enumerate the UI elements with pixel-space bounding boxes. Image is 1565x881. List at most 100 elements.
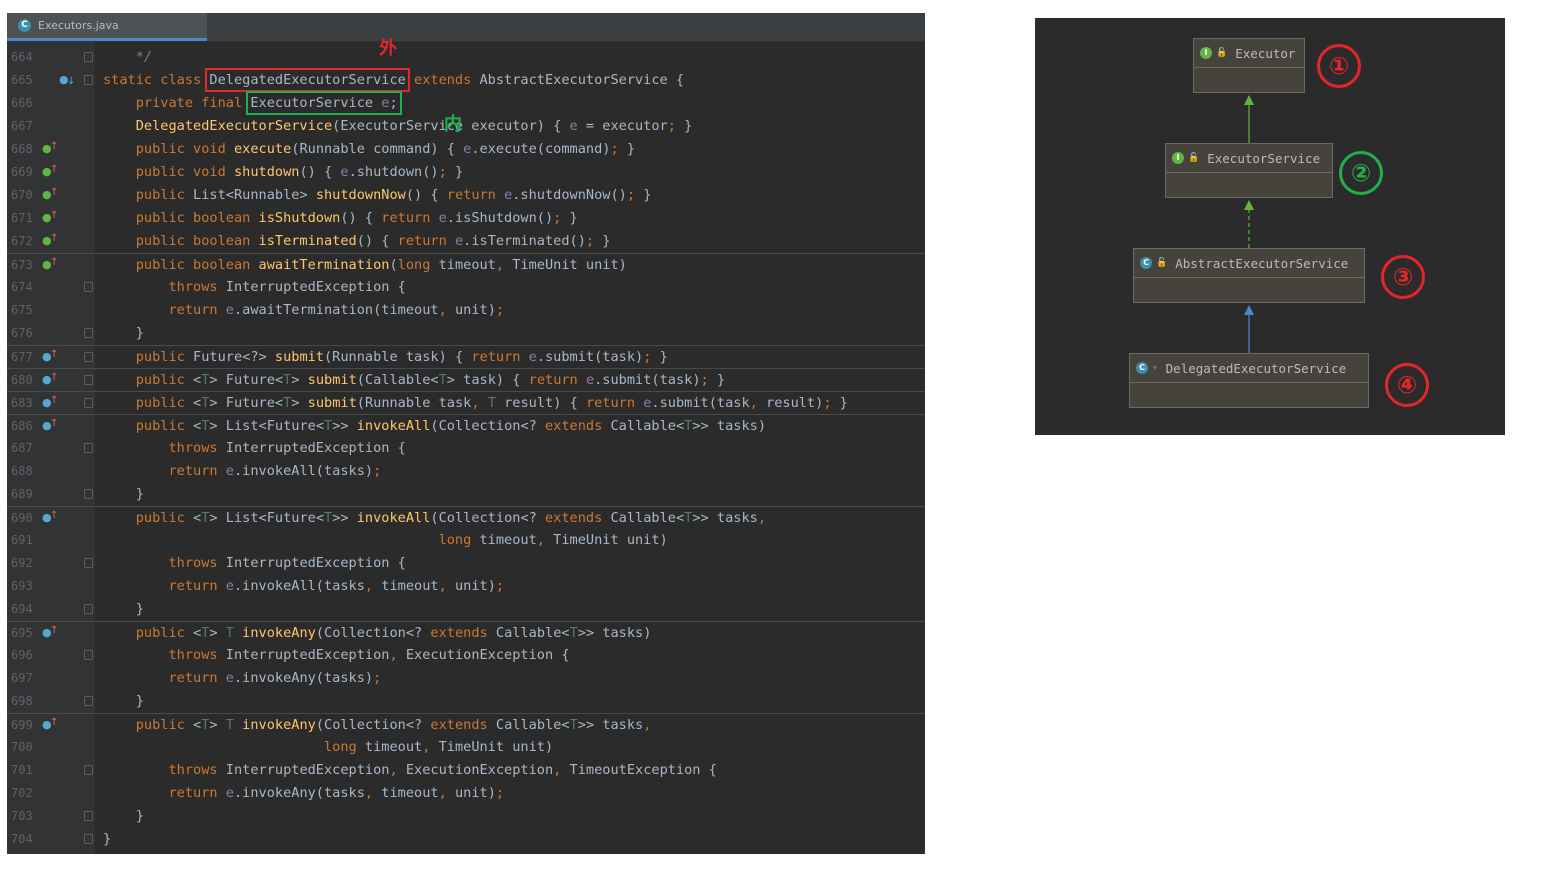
fold-marker-icon[interactable]: [84, 52, 93, 62]
line-number: 687: [11, 441, 33, 455]
badge-1: ①: [1317, 44, 1361, 88]
overrides-up-icon[interactable]: ● ↑: [42, 510, 58, 526]
code-line[interactable]: 670 ● ↑ public List<Runnable> shutdownNow(…: [7, 184, 925, 207]
code-editor[interactable]: C Executors.java 664 */ 665 ● ↓ static class…: [7, 13, 925, 854]
code-text: }: [103, 486, 144, 502]
overrides-up-icon[interactable]: ● ↑: [42, 141, 58, 157]
fold-marker-icon[interactable]: [84, 282, 93, 292]
code-text: throws InterruptedException {: [168, 440, 406, 456]
line-number: 696: [11, 648, 33, 662]
code-line[interactable]: 687 throws InterruptedException {: [7, 437, 925, 460]
overrides-up-icon[interactable]: ● ↑: [42, 210, 58, 226]
fold-marker-icon[interactable]: [84, 375, 93, 385]
fold-marker-icon[interactable]: [84, 328, 93, 338]
edge-extends-executor-arrowhead: [1244, 95, 1254, 105]
line-number: 665: [11, 73, 33, 87]
code-line[interactable]: 691 long timeout, TimeUnit unit): [7, 529, 925, 552]
code-line[interactable]: 680 ● ↑ public <T> Future<T> submit(Callab…: [7, 368, 925, 391]
overrides-up-icon[interactable]: ● ↑: [42, 418, 58, 434]
code-line[interactable]: 668 ● ↑ public void execute(Runnable comma…: [7, 138, 925, 161]
node-name: AbstractExecutorService: [1175, 255, 1349, 271]
fold-marker-icon[interactable]: [84, 489, 93, 499]
overrides-up-icon[interactable]: ● ↑: [42, 717, 58, 733]
fold-marker-icon[interactable]: [84, 604, 93, 614]
tab-executors-java[interactable]: C Executors.java: [7, 13, 207, 41]
code-line[interactable]: 695 ● ↑ public <T> T invokeAny(Collection<…: [7, 621, 925, 644]
line-number: 699: [11, 718, 33, 732]
code-line[interactable]: 703 }: [7, 805, 925, 828]
code-text: }: [103, 325, 144, 341]
overrides-up-icon[interactable]: ● ↑: [42, 372, 58, 388]
code-line[interactable]: 664 */: [7, 46, 925, 69]
code-line[interactable]: 672 ● ↑ public boolean isTerminated() { re…: [7, 230, 925, 253]
fold-marker-icon[interactable]: [84, 558, 93, 568]
overrides-up-icon[interactable]: ● ↑: [42, 187, 58, 203]
overrides-up-icon[interactable]: ● ↑: [42, 164, 58, 180]
code-line[interactable]: 688 return e.invokeAll(tasks);: [7, 460, 925, 483]
code-line[interactable]: 686 ● ↑ public <T> List<Future<T>> invokeA…: [7, 414, 925, 437]
edge-extends-abstract-executor-service-arrowhead: [1244, 305, 1254, 315]
code-line[interactable]: 700 long timeout, TimeUnit unit): [7, 736, 925, 759]
code-line[interactable]: 675 return e.awaitTermination(timeout, u…: [7, 299, 925, 322]
fold-marker-icon[interactable]: [84, 765, 93, 775]
fold-marker-icon[interactable]: [84, 75, 93, 85]
code-text: DelegatedExecutorService(ExecutorService…: [135, 118, 693, 134]
code-line[interactable]: 696 throws InterruptedException, Executi…: [7, 644, 925, 667]
code-line[interactable]: 665 ● ↓ static class DelegatedExecutorServi…: [7, 68, 925, 92]
node-delegated-executor-service[interactable]: C ∘ DelegatedExecutorService: [1129, 353, 1369, 408]
line-number: 680: [11, 373, 33, 387]
node-executor[interactable]: I 🔓 Executor: [1193, 38, 1305, 93]
fold-marker-icon[interactable]: [84, 650, 93, 660]
code-line[interactable]: 694 }: [7, 598, 925, 621]
code-line[interactable]: 666 private final ExecutorService e;: [7, 91, 925, 115]
badge-2: ②: [1339, 151, 1383, 195]
fold-marker-icon[interactable]: [84, 352, 93, 362]
tab-label: Executors.java: [38, 19, 119, 32]
code-line[interactable]: 689 }: [7, 483, 925, 506]
line-number: 693: [11, 579, 33, 593]
code-line[interactable]: 671 ● ↑ public boolean isShutdown() { retu…: [7, 207, 925, 230]
overrides-up-icon[interactable]: ● ↑: [42, 349, 58, 365]
fold-marker-icon[interactable]: [84, 443, 93, 453]
line-number: 698: [11, 694, 33, 708]
code-line[interactable]: 677 ● ↑ public Future<?> submit(Runnable t…: [7, 345, 925, 368]
fold-marker-icon[interactable]: [84, 398, 93, 408]
code-text: public <T> T invokeAny(Collection<? exte…: [135, 625, 652, 641]
code-line[interactable]: 701 throws InterruptedException, Executi…: [7, 759, 925, 782]
code-text: public boolean awaitTermination(long tim…: [135, 257, 627, 273]
overrides-up-icon[interactable]: ● ↑: [42, 257, 58, 273]
overrides-up-icon[interactable]: ● ↑: [42, 233, 58, 249]
fold-marker-icon[interactable]: [84, 696, 93, 706]
overrides-up-icon[interactable]: ● ↑: [42, 395, 58, 411]
implemented-down-icon[interactable]: ● ↓: [59, 72, 75, 88]
line-number: 674: [11, 280, 33, 294]
line-number: 676: [11, 326, 33, 340]
code-line[interactable]: 683 ● ↑ public <T> Future<T> submit(Runnab…: [7, 391, 925, 414]
code-line[interactable]: 673 ● ↑ public boolean awaitTermination(lo…: [7, 253, 925, 276]
code-line[interactable]: 697 return e.invokeAny(tasks);: [7, 667, 925, 690]
interface-icon: I: [1172, 152, 1184, 164]
fold-marker-icon[interactable]: [84, 811, 93, 821]
code-text: public List<Runnable> shutdownNow() { re…: [135, 187, 652, 203]
editor-tab-bar: C Executors.java: [7, 13, 925, 42]
line-number: 692: [11, 556, 33, 570]
code-line[interactable]: 698 }: [7, 690, 925, 713]
code-text: public boolean isTerminated() { return e…: [135, 233, 611, 249]
overrides-up-icon[interactable]: ● ↑: [42, 625, 58, 641]
code-line[interactable]: 676 }: [7, 322, 925, 345]
code-line[interactable]: 702 return e.invokeAny(tasks, timeout, u…: [7, 782, 925, 805]
fold-marker-icon[interactable]: [84, 834, 93, 844]
node-abstract-executor-service[interactable]: C 🔓 AbstractExecutorService: [1133, 248, 1365, 303]
code-line[interactable]: 690 ● ↑ public <T> List<Future<T>> invokeA…: [7, 506, 925, 529]
code-line[interactable]: 669 ● ↑ public void shutdown() { e.shutdow…: [7, 161, 925, 184]
line-number: 703: [11, 809, 33, 823]
code-line[interactable]: 699 ● ↑ public <T> T invokeAny(Collection<…: [7, 713, 925, 736]
line-number: 688: [11, 464, 33, 478]
line-number: 701: [11, 763, 33, 777]
code-line[interactable]: 704}: [7, 828, 925, 851]
code-line[interactable]: 692 throws InterruptedException {: [7, 552, 925, 575]
code-line[interactable]: 693 return e.invokeAll(tasks, timeout, u…: [7, 575, 925, 598]
node-executor-service[interactable]: I 🔓 ExecutorService: [1165, 143, 1333, 198]
code-line[interactable]: 667 DelegatedExecutorService(ExecutorSer…: [7, 115, 925, 138]
code-line[interactable]: 674 throws InterruptedException {: [7, 276, 925, 299]
